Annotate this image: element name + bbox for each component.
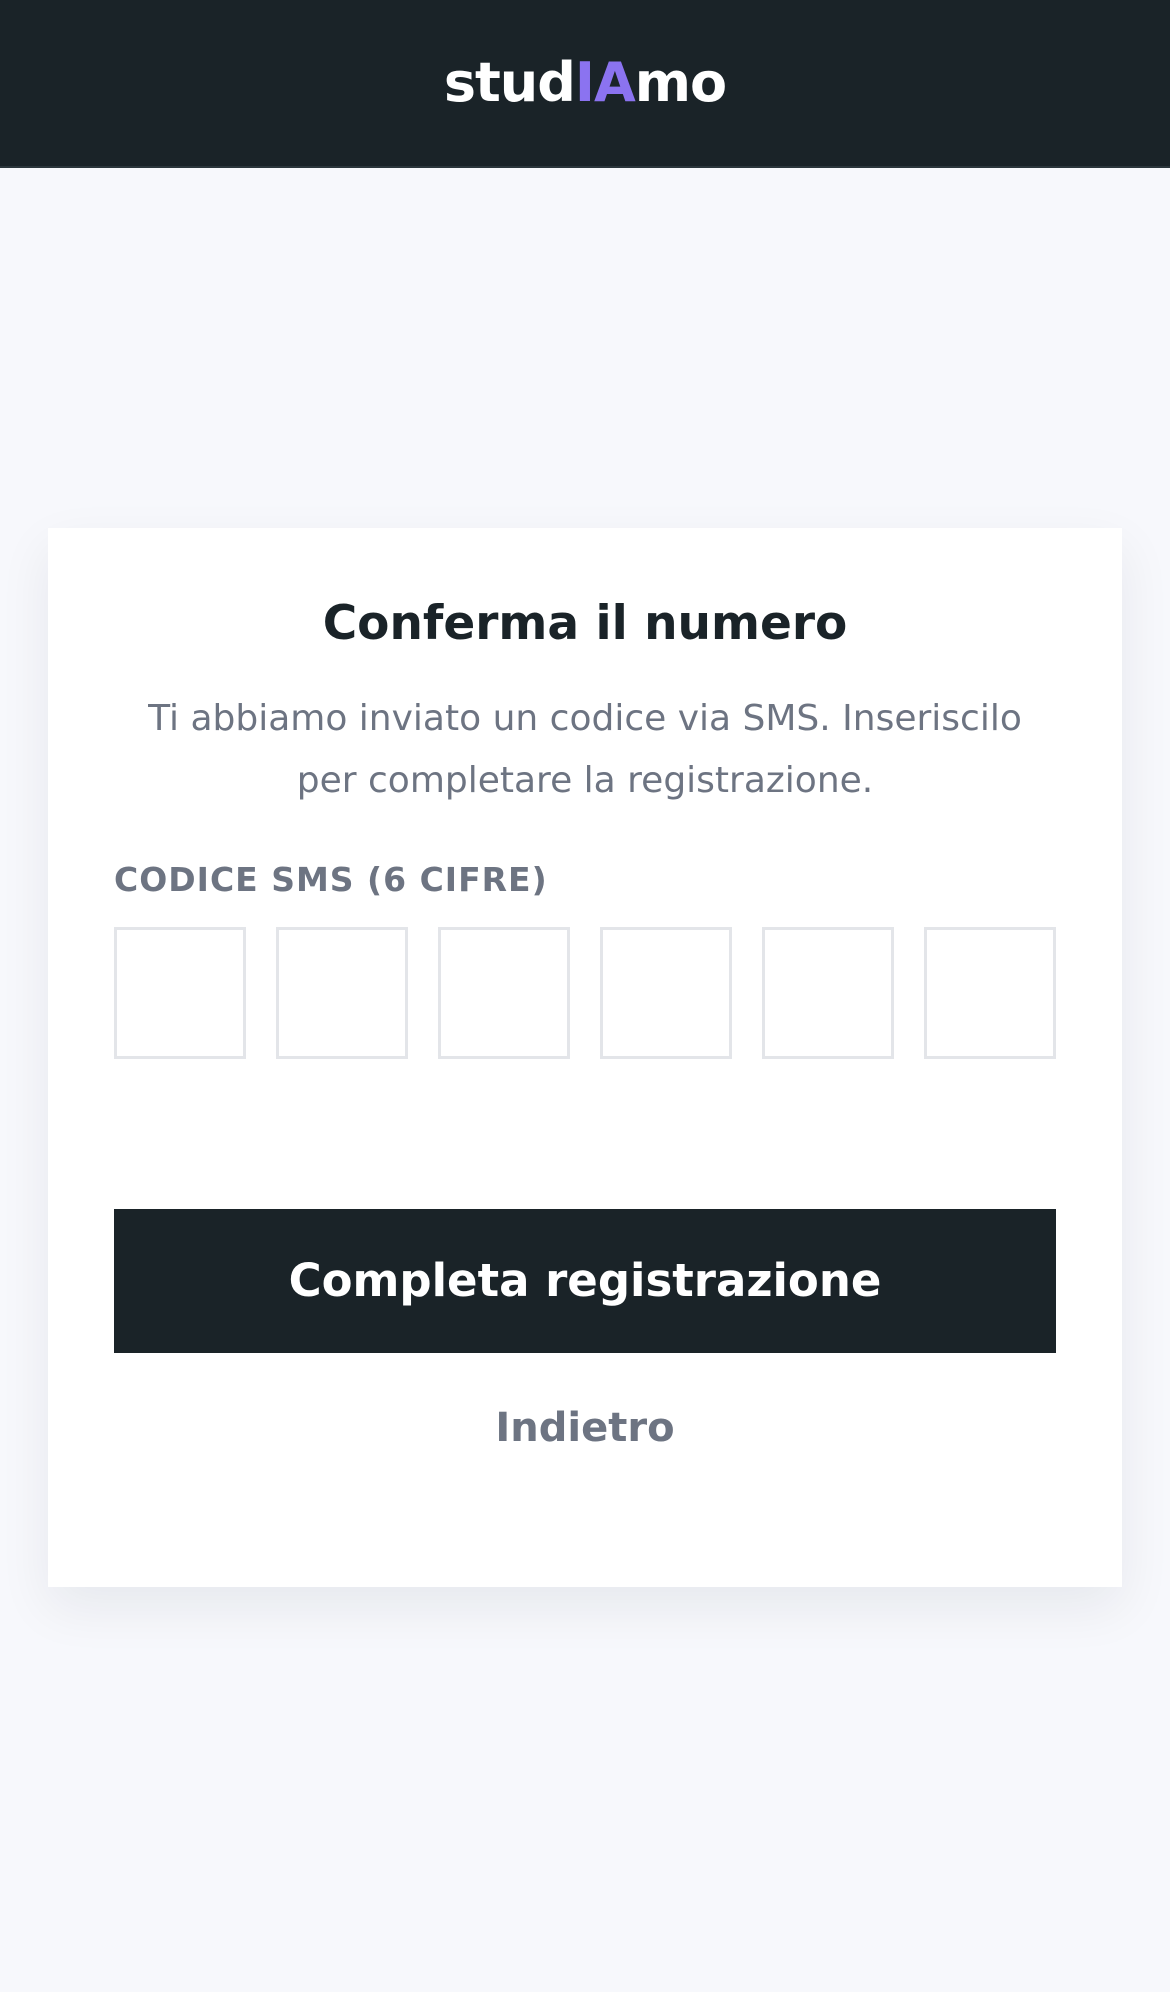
- sms-code-digit-5[interactable]: [762, 926, 894, 1059]
- back-link[interactable]: Indietro: [114, 1405, 1056, 1451]
- sms-code-digit-2[interactable]: [276, 926, 408, 1059]
- logo-text-part2: mo: [634, 51, 727, 114]
- sms-code-digit-4[interactable]: [600, 926, 732, 1059]
- app-header: studIAmo: [0, 0, 1170, 168]
- logo-text-accent: IA: [574, 51, 636, 114]
- complete-registration-button[interactable]: Completa registrazione: [114, 1208, 1056, 1353]
- sms-code-label: CODICE SMS (6 CIFRE): [114, 859, 548, 899]
- card-title: Conferma il numero: [322, 596, 848, 651]
- studiamo-logo[interactable]: studIAmo: [444, 56, 727, 110]
- sms-code-digit-1[interactable]: [114, 926, 246, 1059]
- sms-code-digit-3[interactable]: [438, 926, 570, 1059]
- card-description: Ti abbiamo inviato un codice via SMS. In…: [148, 697, 1022, 801]
- logo-text-part1: stud: [443, 51, 576, 114]
- sms-code-digit-6[interactable]: [924, 926, 1056, 1059]
- sms-code-inputs: [114, 926, 1056, 1059]
- verify-phone-card: Conferma il numero Ti abbiamo inviato un…: [48, 528, 1122, 1587]
